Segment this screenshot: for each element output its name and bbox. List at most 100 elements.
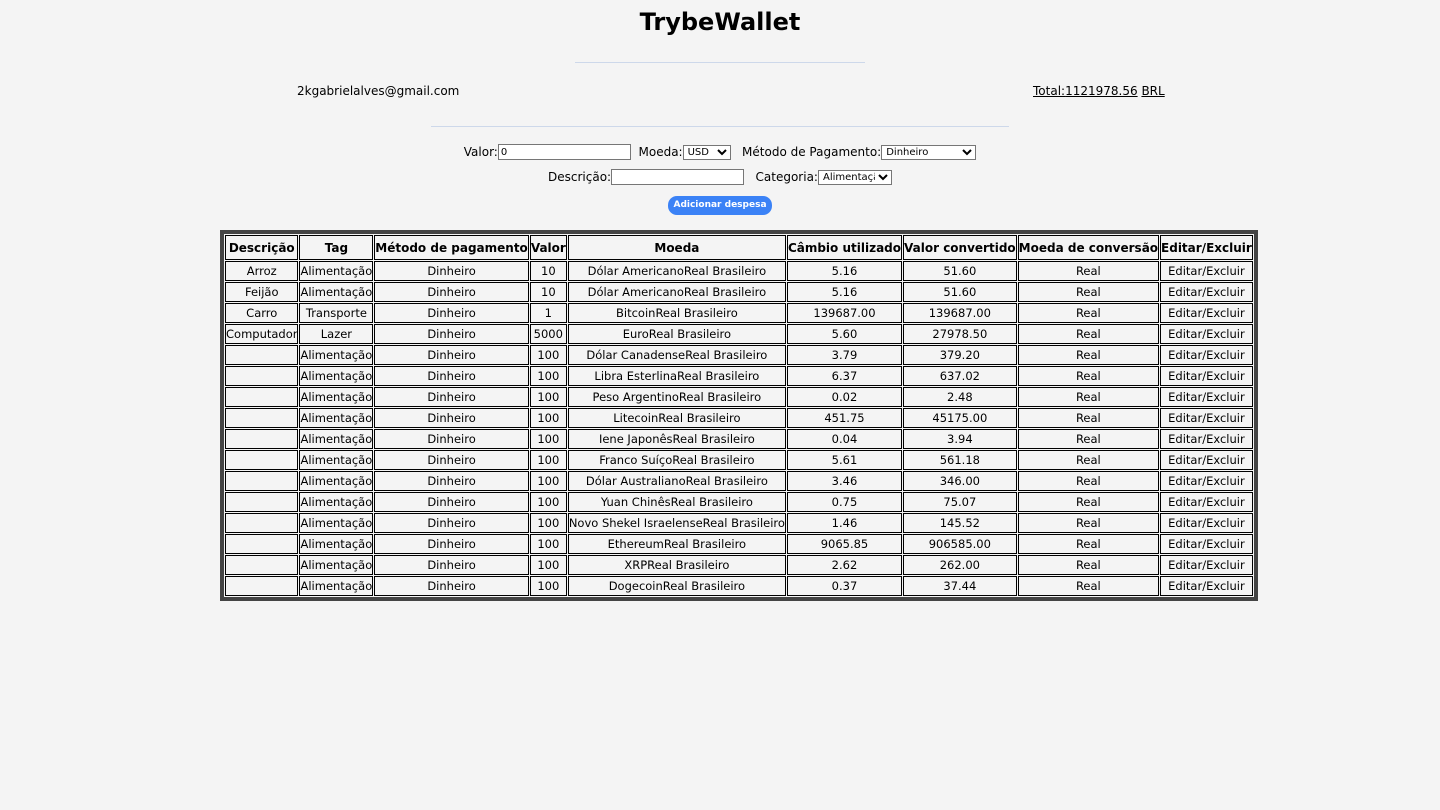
categoria-label: Categoria: [755, 170, 818, 184]
cell-tag: Lazer [299, 324, 374, 344]
header-valor: Valor [529, 235, 567, 260]
cell-moeda-conversao: Real [1017, 408, 1160, 428]
cell-moeda: LitecoinReal Brasileiro [567, 408, 786, 428]
user-email: 2kgabrielalves@gmail.com [297, 84, 460, 98]
cell-metodo: Dinheiro [374, 366, 529, 386]
valor-input[interactable] [497, 144, 631, 160]
table-row: Alimentação Dinheiro 100 Peso ArgentinoReal… [225, 387, 1253, 407]
cell-moeda: BitcoinReal Brasileiro [567, 303, 786, 323]
cell-editar-excluir[interactable]: Editar/Excluir [1160, 345, 1253, 365]
cell-moeda-conversao: Real [1017, 282, 1160, 302]
cell-valor-convertido: 379.20 [903, 345, 1017, 365]
cell-valor: 1 [529, 303, 567, 323]
cell-moeda: DogecoinReal Brasileiro [567, 576, 786, 596]
cell-tag: Alimentação [299, 450, 374, 470]
table-header-row: Descrição Tag Método de pagamento Valor Moed… [225, 235, 1253, 260]
cell-editar-excluir[interactable]: Editar/Excluir [1160, 324, 1253, 344]
cell-editar-excluir[interactable]: Editar/Excluir [1160, 408, 1253, 428]
cell-valor: 100 [529, 513, 567, 533]
cell-editar-excluir[interactable]: Editar/Excluir [1160, 282, 1253, 302]
cell-moeda-conversao: Real [1017, 345, 1160, 365]
cell-moeda: Libra EsterlinaReal Brasileiro [567, 366, 786, 386]
cell-valor-convertido: 51.60 [903, 261, 1017, 281]
cell-editar-excluir[interactable]: Editar/Excluir [1160, 450, 1253, 470]
cell-editar-excluir[interactable]: Editar/Excluir [1160, 261, 1253, 281]
cell-editar-excluir[interactable]: Editar/Excluir [1160, 534, 1253, 554]
cell-editar-excluir[interactable]: Editar/Excluir [1160, 429, 1253, 449]
cell-editar-excluir[interactable]: Editar/Excluir [1160, 303, 1253, 323]
header-editar-excluir: Editar/Excluir [1160, 235, 1253, 260]
cell-descricao [225, 555, 299, 575]
cell-cambio: 3.46 [786, 471, 903, 491]
cell-metodo: Dinheiro [374, 471, 529, 491]
cell-editar-excluir[interactable]: Editar/Excluir [1160, 576, 1253, 596]
table-row: Alimentação Dinheiro 100 Yuan ChinêsReal Br… [225, 492, 1253, 512]
cell-valor-convertido: 27978.50 [903, 324, 1017, 344]
table-body: Arroz Alimentação Dinheiro 10 Dólar American… [225, 261, 1253, 596]
cell-moeda: Iene JaponêsReal Brasileiro [567, 429, 786, 449]
cell-metodo: Dinheiro [374, 303, 529, 323]
page-title: TrybeWallet [639, 8, 801, 36]
cell-valor: 5000 [529, 324, 567, 344]
metodo-select[interactable]: Dinheiro [881, 144, 977, 160]
cell-tag: Alimentação [299, 366, 374, 386]
cell-moeda-conversao: Real [1017, 366, 1160, 386]
cell-cambio: 0.75 [786, 492, 903, 512]
table-row: Computador Lazer Dinheiro 5000 EuroReal Bras… [225, 324, 1253, 344]
cell-metodo: Dinheiro [374, 450, 529, 470]
total-label: Total: [1033, 84, 1066, 98]
descricao-input[interactable] [611, 169, 745, 185]
cell-tag: Alimentação [299, 513, 374, 533]
cell-descricao [225, 492, 299, 512]
form-divider [431, 126, 1009, 127]
cell-cambio: 5.60 [786, 324, 903, 344]
cell-valor: 100 [529, 345, 567, 365]
header-tag: Tag [299, 235, 374, 260]
cell-cambio: 139687.00 [786, 303, 903, 323]
cell-moeda: XRPReal Brasileiro [567, 555, 786, 575]
cell-metodo: Dinheiro [374, 387, 529, 407]
total-value: 1121978.56 [1065, 84, 1138, 98]
cell-descricao [225, 513, 299, 533]
cell-tag: Alimentação [299, 387, 374, 407]
cell-descricao: Carro [225, 303, 299, 323]
cell-valor-convertido: 2.48 [903, 387, 1017, 407]
header-moeda: Moeda [567, 235, 786, 260]
cell-valor-convertido: 45175.00 [903, 408, 1017, 428]
cell-metodo: Dinheiro [374, 408, 529, 428]
table-row: Alimentação Dinheiro 100 Dólar AustralianoR… [225, 471, 1253, 491]
header-moeda-conversao: Moeda de conversão [1017, 235, 1160, 260]
table-row: Alimentação Dinheiro 100 EthereumReal Brasi… [225, 534, 1253, 554]
cell-editar-excluir[interactable]: Editar/Excluir [1160, 555, 1253, 575]
cell-valor: 100 [529, 471, 567, 491]
cell-cambio: 5.16 [786, 282, 903, 302]
cell-valor: 100 [529, 408, 567, 428]
cell-tag: Alimentação [299, 534, 374, 554]
cell-tag: Transporte [299, 303, 374, 323]
cell-moeda-conversao: Real [1017, 492, 1160, 512]
cell-moeda: Dólar AustralianoReal Brasileiro [567, 471, 786, 491]
cell-moeda: EthereumReal Brasileiro [567, 534, 786, 554]
cell-valor: 10 [529, 261, 567, 281]
cell-editar-excluir[interactable]: Editar/Excluir [1160, 492, 1253, 512]
moeda-select[interactable]: USD [682, 144, 731, 160]
cell-descricao [225, 450, 299, 470]
cell-metodo: Dinheiro [374, 576, 529, 596]
cell-moeda-conversao: Real [1017, 387, 1160, 407]
cell-valor-convertido: 262.00 [903, 555, 1017, 575]
cell-tag: Alimentação [299, 282, 374, 302]
cell-valor-convertido: 637.02 [903, 366, 1017, 386]
cell-editar-excluir[interactable]: Editar/Excluir [1160, 366, 1253, 386]
cell-valor-convertido: 346.00 [903, 471, 1017, 491]
cell-tag: Alimentação [299, 261, 374, 281]
add-expense-button[interactable]: Adicionar despesa [668, 195, 772, 215]
cell-moeda: Yuan ChinêsReal Brasileiro [567, 492, 786, 512]
cell-moeda: Novo Shekel IsraelenseReal Brasileiro [567, 513, 786, 533]
cell-valor: 100 [529, 450, 567, 470]
table-row: Arroz Alimentação Dinheiro 10 Dólar American… [225, 261, 1253, 281]
cell-editar-excluir[interactable]: Editar/Excluir [1160, 471, 1253, 491]
cell-editar-excluir[interactable]: Editar/Excluir [1160, 387, 1253, 407]
categoria-select[interactable]: Alimentação [817, 169, 892, 185]
cell-tag: Alimentação [299, 345, 374, 365]
cell-editar-excluir[interactable]: Editar/Excluir [1160, 513, 1253, 533]
